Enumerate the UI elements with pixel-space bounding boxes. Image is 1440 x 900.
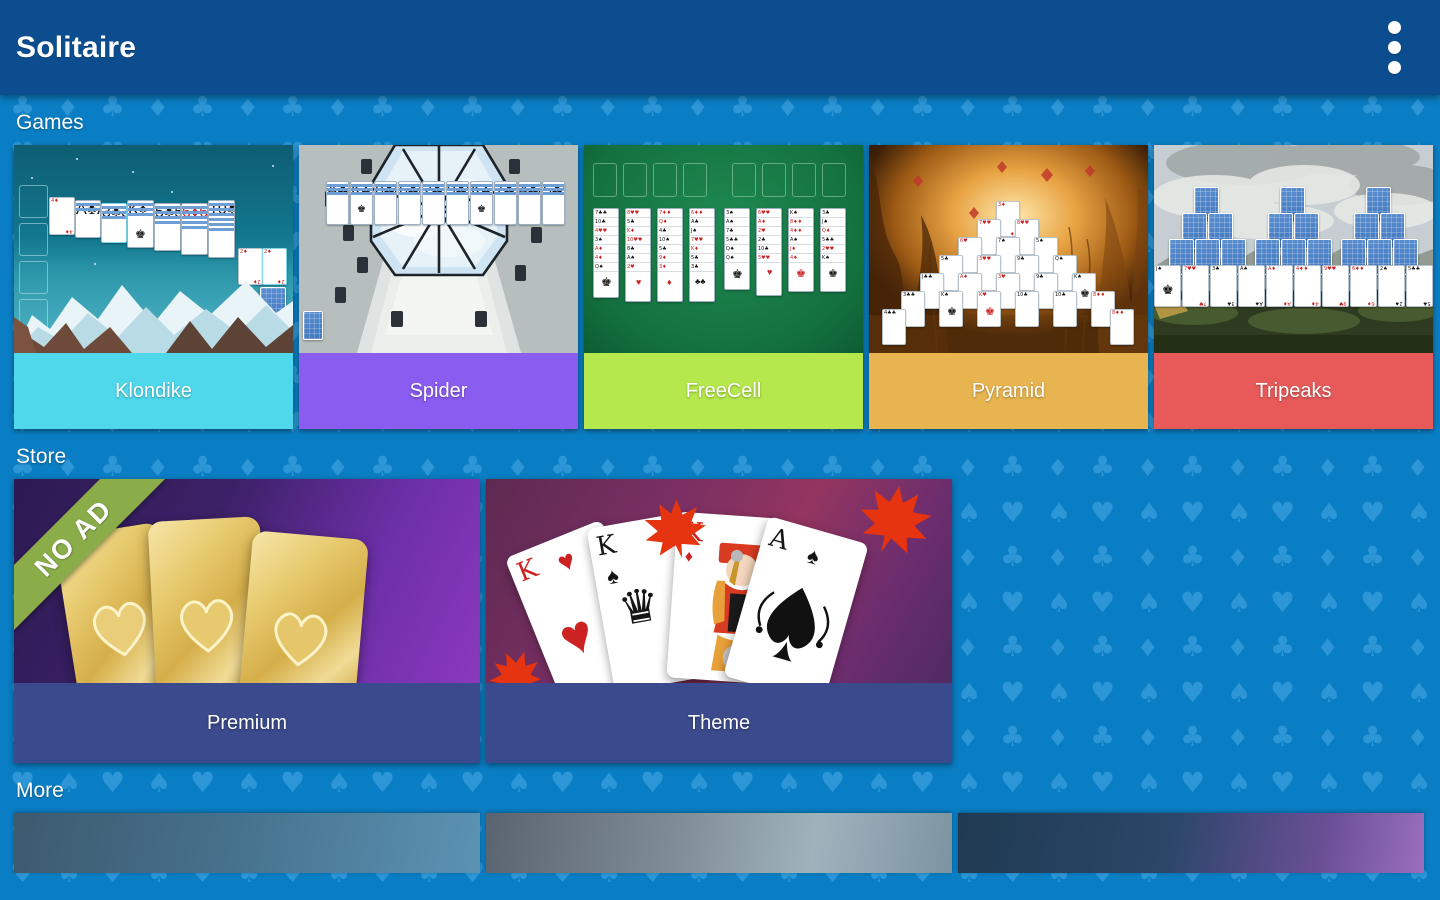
page-title: Solitaire — [16, 30, 137, 64]
store-grid: NO AD Premium K ♥ ♥ K ♠ ♛ ♦ A ♠ Theme — [0, 479, 1440, 763]
game-tile-klondike[interactable]: 4♦4♦ A♣A♣ 3♣3♣ K♠ ♚ — [14, 145, 293, 429]
section-header-store: Store — [16, 445, 67, 468]
section-header-games: Games — [16, 111, 84, 134]
klondike-artwork: 4♦4♦ A♣A♣ 3♣3♣ K♠ ♚ — [14, 145, 293, 353]
section-header-more: More — [16, 779, 64, 802]
game-tile-freecell[interactable]: 7♣♣ 10♣ 4♥♥ 3♠ A♦ 4♦ Q♠ ♚ 8♥♥ 5♣ K♦ 10♥♥ 8♣ A♠… — [584, 145, 863, 429]
game-label-tripeaks: Tripeaks — [1154, 353, 1433, 429]
theme-artwork: K ♥ ♥ K ♠ ♛ K ♦ — [486, 479, 952, 683]
overflow-menu-button[interactable] — [1366, 0, 1422, 95]
game-tile-tripeaks[interactable]: J♠ ♚ 7♥♥ 7♥ 3♣ 3♣ A♠ A♠ A♦ A♦ 4♦♦ 4♦ 9♥♥ 9♥ 6♦♦… — [1154, 145, 1433, 429]
game-tile-spider[interactable]: A♣A♣ K♠ ♚ 8♣8♣ 6♣6♣ — [299, 145, 578, 429]
store-label-premium: Premium — [14, 683, 480, 763]
freecell-artwork: 7♣♣ 10♣ 4♥♥ 3♠ A♦ 4♦ Q♠ ♚ 8♥♥ 5♣ K♦ 10♥♥ 8♣ A♠… — [584, 145, 863, 353]
game-label-pyramid: Pyramid — [869, 353, 1148, 429]
store-label-theme: Theme — [486, 683, 952, 763]
spider-artwork: A♣A♣ K♠ ♚ 8♣8♣ 6♣6♣ — [299, 145, 578, 353]
game-label-klondike: Klondike — [14, 353, 293, 429]
three-dots-vertical-icon — [1387, 41, 1401, 54]
game-label-spider: Spider — [299, 353, 578, 429]
more-tile-3[interactable] — [958, 813, 1424, 873]
more-tile-1[interactable] — [14, 813, 480, 873]
solitaire-app-screen: ♣ ♦ ♥ ♠ Solitaire Games — [0, 0, 1440, 900]
more-grid — [0, 813, 1440, 873]
three-dots-vertical-icon — [1387, 21, 1401, 34]
store-tile-theme[interactable]: K ♥ ♥ K ♠ ♛ K ♦ — [486, 479, 952, 763]
tripeaks-artwork: J♠ ♚ 7♥♥ 7♥ 3♣ 3♣ A♠ A♠ A♦ A♦ 4♦♦ 4♦ 9♥♥ 9♥ 6♦♦… — [1154, 145, 1433, 353]
pyramid-artwork: 3♦3♦ 7♥♥ 8♥♥ 6♥ 7♠ 5♠ 5♣ 3♥♥ 9♣ Q♠ J♣♣ A… — [869, 145, 1148, 353]
more-tile-2[interactable] — [486, 813, 952, 873]
scroll-content[interactable]: Games 4♦ 4♦ ♚ 2♦ 2♦ 2♦ 2♦ Klondike ♚ ♚ S… — [0, 95, 1440, 900]
game-tile-pyramid[interactable]: 3♦3♦ 7♥♥ 8♥♥ 6♥ 7♠ 5♠ 5♣ 3♥♥ 9♣ Q♠ J♣♣ A… — [869, 145, 1148, 429]
game-label-freecell: FreeCell — [584, 353, 863, 429]
games-grid: 4♦4♦ A♣A♣ 3♣3♣ K♠ ♚ — [0, 145, 1440, 429]
store-tile-premium[interactable]: NO AD Premium — [14, 479, 480, 763]
premium-artwork: NO AD — [14, 479, 480, 683]
three-dots-vertical-icon — [1387, 61, 1401, 74]
app-bar: Solitaire — [0, 0, 1440, 95]
